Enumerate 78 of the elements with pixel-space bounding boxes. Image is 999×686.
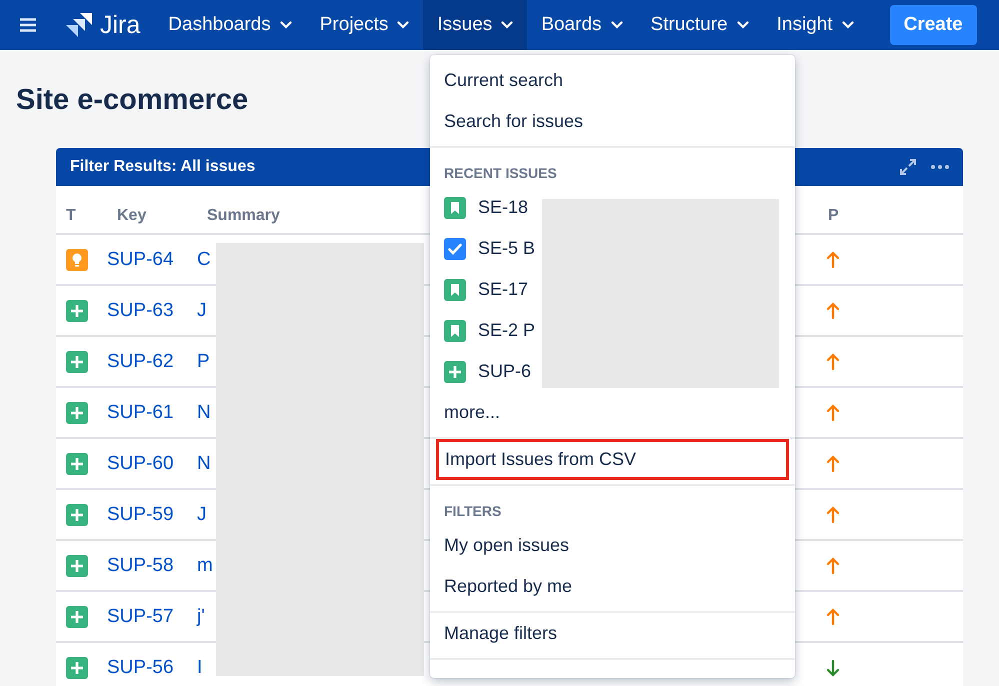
chevron-down-icon — [610, 21, 623, 29]
arrow-up-icon — [826, 556, 840, 574]
plus-icon — [66, 656, 88, 678]
logo-text[interactable]: Jira — [100, 10, 140, 40]
create-button[interactable]: Create — [890, 5, 977, 45]
arrow-up-icon — [826, 454, 840, 472]
issue-key-link[interactable]: SUP-56 — [107, 656, 174, 678]
chevron-down-icon — [736, 21, 749, 29]
page-title: Site e-commerce — [16, 84, 248, 116]
issue-title-fragment[interactable]: N — [197, 402, 211, 424]
plus-icon — [66, 300, 88, 322]
plus-icon — [66, 554, 88, 576]
plus-icon — [66, 452, 88, 474]
issue-key-link[interactable]: SUP-58 — [107, 554, 174, 576]
issue-key-link[interactable]: SUP-59 — [107, 504, 174, 526]
issue-title-fragment[interactable]: J — [197, 300, 206, 322]
plus-icon — [66, 402, 88, 424]
menu-item[interactable]: Manage filters — [430, 613, 795, 654]
issue-title-fragment[interactable]: J — [197, 504, 206, 526]
lightbulb-icon — [66, 248, 88, 270]
nav-menu-item[interactable]: Structure — [636, 0, 763, 50]
section-heading: RECENT ISSUES — [443, 164, 558, 183]
menu-item[interactable]: Reported by me — [430, 566, 795, 607]
arrow-up-icon — [826, 352, 840, 370]
section-heading: FILTERS — [443, 502, 502, 521]
menu-icon[interactable] — [19, 18, 37, 32]
issue-title-fragment[interactable]: j' — [197, 606, 205, 628]
issue-title-fragment[interactable]: C — [197, 248, 211, 270]
plus-icon — [66, 504, 88, 526]
arrow-up-icon — [826, 608, 840, 626]
recent-issue-link[interactable]: SE-2 P — [478, 320, 536, 341]
nav-menu-item[interactable]: Dashboards — [154, 0, 306, 50]
recent-issue-link[interactable]: SUP-6 — [478, 361, 532, 382]
logo-icon — [64, 11, 94, 39]
menu-item[interactable]: more... — [430, 392, 795, 433]
menu-item[interactable]: Import Issues from CSV — [436, 439, 789, 480]
bookmark-icon — [444, 196, 466, 218]
more-icon[interactable] — [931, 165, 949, 169]
arrow-up-icon — [826, 250, 840, 268]
recent-issue-link[interactable]: SE-5 B — [478, 238, 536, 259]
menu-item[interactable]: Current search — [430, 60, 795, 101]
recent-issue-link[interactable]: SE-17 — [478, 279, 528, 300]
bookmark-icon — [444, 320, 466, 342]
chevron-down-icon — [501, 21, 514, 29]
expand-icon[interactable] — [899, 158, 917, 176]
arrow-up-icon — [826, 506, 840, 524]
bookmark-icon — [444, 278, 466, 300]
nav-menu-item[interactable]: Issues — [423, 0, 528, 50]
arrow-up-icon — [826, 404, 840, 422]
plus-icon — [66, 350, 88, 372]
issue-title-fragment[interactable]: N — [197, 452, 211, 474]
column-header[interactable]: Key — [107, 194, 197, 224]
issue-title-fragment[interactable]: m — [197, 554, 213, 576]
nav-menu-item[interactable]: Boards — [527, 0, 637, 50]
issue-key-link[interactable]: SUP-62 — [107, 350, 174, 372]
nav-menu-item[interactable]: Insight — [762, 0, 868, 50]
issue-key-link[interactable]: SUP-63 — [107, 300, 174, 322]
issue-title-fragment[interactable]: I — [197, 656, 202, 678]
column-header[interactable]: P — [818, 194, 963, 224]
arrow-up-icon — [826, 302, 840, 320]
menu-item[interactable]: My open issues — [430, 525, 795, 566]
chevron-down-icon — [280, 21, 292, 29]
issue-key-link[interactable]: SUP-61 — [107, 402, 174, 424]
checkmark-icon — [444, 238, 466, 260]
arrow-down-icon — [826, 658, 840, 676]
issue-key-link[interactable]: SUP-57 — [107, 606, 174, 628]
recent-issue-link[interactable]: SE-18 — [478, 197, 528, 218]
chevron-down-icon — [842, 21, 854, 29]
column-header[interactable]: T — [56, 194, 107, 224]
nav-menu-item[interactable]: Projects — [306, 0, 424, 50]
plus-icon — [66, 606, 88, 628]
plus-icon — [444, 360, 466, 382]
panel-title: Filter Results: All issues — [70, 158, 256, 176]
menu-item[interactable]: Search for issues — [430, 101, 795, 142]
issue-title-fragment[interactable]: P — [197, 350, 210, 372]
issue-key-link[interactable]: SUP-64 — [107, 248, 174, 270]
chevron-down-icon — [397, 21, 410, 29]
issue-key-link[interactable]: SUP-60 — [107, 452, 174, 474]
